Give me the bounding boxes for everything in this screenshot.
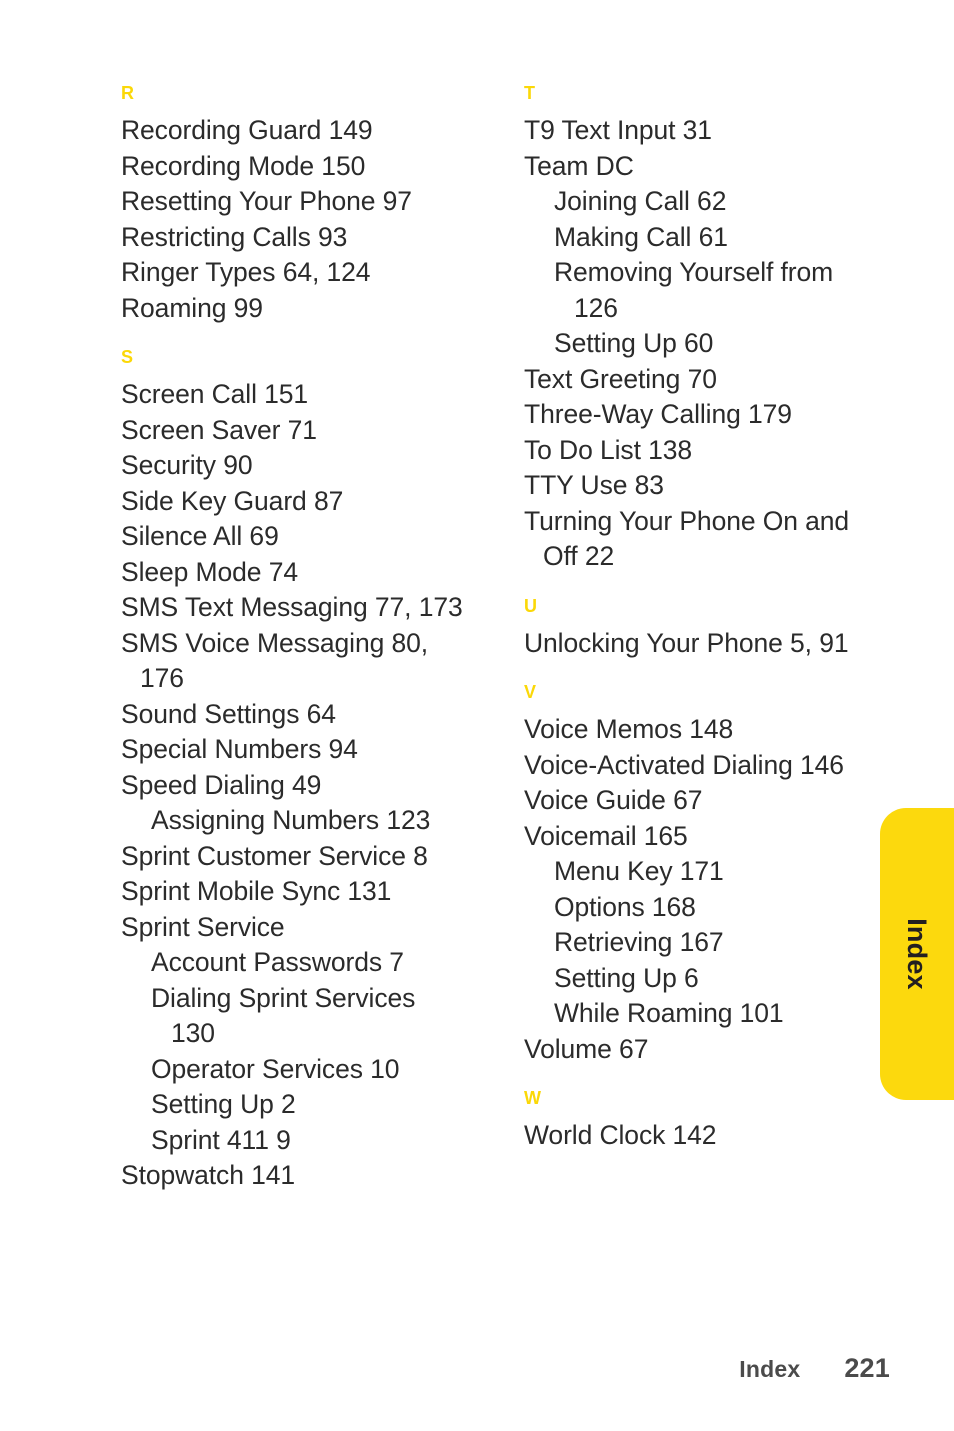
index-entry: Special Numbers 94 xyxy=(121,734,358,764)
index-entry: World Clock 142 xyxy=(524,1120,717,1150)
index-entry: Sound Settings 64 xyxy=(121,698,336,729)
index-entry: Security 90 xyxy=(121,450,253,480)
index-entry: Unlocking Your Phone 5, 91 xyxy=(524,627,849,658)
index-section-r: R Recording Guard 149 Recording Mode 150 Re… xyxy=(121,84,466,326)
index-subentry: Dialing Sprint Services 130 xyxy=(151,982,416,1049)
index-subentry: Options 168 xyxy=(554,891,696,922)
index-subentry: While Roaming 101 xyxy=(554,998,784,1028)
page-footer: Index 221 xyxy=(0,1350,954,1384)
index-entry: Resetting Your Phone 97 xyxy=(121,186,412,216)
index-section-t: T T9 Text Input 31 Team DC Joining Call 62 M… xyxy=(524,84,869,575)
index-entry: Side Key Guard 87 xyxy=(121,485,344,516)
index-entry: To Do List 138 xyxy=(524,434,693,465)
index-entry: Restricting Calls 93 xyxy=(121,221,348,252)
index-column-left: R Recording Guard 149 Recording Mode 150 Re… xyxy=(121,84,466,1194)
section-letter: S xyxy=(121,347,134,367)
index-entry: Team DC xyxy=(524,150,634,181)
index-entry: Speed Dialing 49 xyxy=(121,769,322,800)
section-letter: V xyxy=(524,682,537,702)
index-entry: Screen Saver 71 xyxy=(121,414,317,445)
section-letter: W xyxy=(524,1088,542,1108)
index-subentry: Setting Up 60 xyxy=(554,328,714,358)
index-entry: SMS Text Messaging 77, 173 xyxy=(121,592,463,622)
index-entry: Voice-Activated Dialing 146 xyxy=(524,749,844,780)
footer-section-label: Index xyxy=(739,1356,801,1382)
index-section-v: V Voice Memos 148 Voice-Activated Dialing … xyxy=(524,683,869,1067)
index-entry: Sprint Service xyxy=(121,911,285,942)
index-subentry: Setting Up 6 xyxy=(554,962,699,993)
section-letter: R xyxy=(121,83,135,103)
index-entry: Sprint Customer Service 8 xyxy=(121,840,428,871)
index-entry: Voice Guide 67 xyxy=(524,785,703,815)
index-subentry: Making Call 61 xyxy=(554,221,728,252)
section-letter: U xyxy=(524,595,538,616)
index-entry: Roaming 99 xyxy=(121,292,263,323)
index-entry: Sleep Mode 74 xyxy=(121,556,298,587)
footer-content: Index 221 xyxy=(739,1353,890,1384)
index-entry: SMS Voice Messaging 80, 176 xyxy=(121,627,429,694)
index-entry: TTY Use 83 xyxy=(524,470,664,500)
section-thumb-tab-label: Index xyxy=(902,918,932,990)
index-entry: Voice Memos 148 xyxy=(524,714,734,744)
index-section-u: U Unlocking Your Phone 5, 91 xyxy=(524,597,869,662)
index-entry: Three-Way Calling 179 xyxy=(524,399,792,429)
index-entry: Screen Call 151 xyxy=(121,379,309,409)
index-column-right: T T9 Text Input 31 Team DC Joining Call 62 M… xyxy=(524,84,869,1154)
index-entry: Sprint Mobile Sync 131 xyxy=(121,876,392,906)
index-subentry: Operator Services 10 xyxy=(151,1053,400,1084)
index-subentry: Menu Key 171 xyxy=(554,856,724,886)
index-subentry: Retrieving 167 xyxy=(554,927,724,957)
index-entry: Recording Guard 149 xyxy=(121,115,373,145)
footer-page-number: 221 xyxy=(844,1353,890,1383)
index-subentry: Setting Up 2 xyxy=(151,1089,296,1119)
index-entry: Turning Your Phone On and Off 22 xyxy=(524,505,850,572)
section-letter: T xyxy=(524,83,536,103)
index-entry: T9 Text Input 31 xyxy=(524,115,712,145)
index-subentry: Assigning Numbers 123 xyxy=(151,805,431,835)
index-page: R Recording Guard 149 Recording Mode 150 Re… xyxy=(0,0,954,1431)
index-subentry: Joining Call 62 xyxy=(554,186,727,216)
index-entry: Text Greeting 70 xyxy=(524,363,717,394)
index-subentry: Sprint 411 9 xyxy=(151,1124,291,1155)
index-entry: Voicemail 165 xyxy=(524,820,688,851)
index-entry: Stopwatch 141 xyxy=(121,1160,296,1190)
index-entry: Silence All 69 xyxy=(121,521,279,551)
index-entry: Recording Mode 150 xyxy=(121,150,366,181)
index-section-s: S Screen Call 151 Screen Saver 71 Security … xyxy=(121,348,466,1194)
index-subentry: Account Passwords 7 xyxy=(151,947,404,977)
index-subentry: Removing Yourself from 126 xyxy=(554,257,834,323)
index-entry: Ringer Types 64, 124 xyxy=(121,257,371,287)
section-thumb-tab: Index xyxy=(880,808,954,1100)
index-entry: Volume 67 xyxy=(524,1033,649,1064)
index-section-w: W World Clock 142 xyxy=(524,1089,869,1154)
